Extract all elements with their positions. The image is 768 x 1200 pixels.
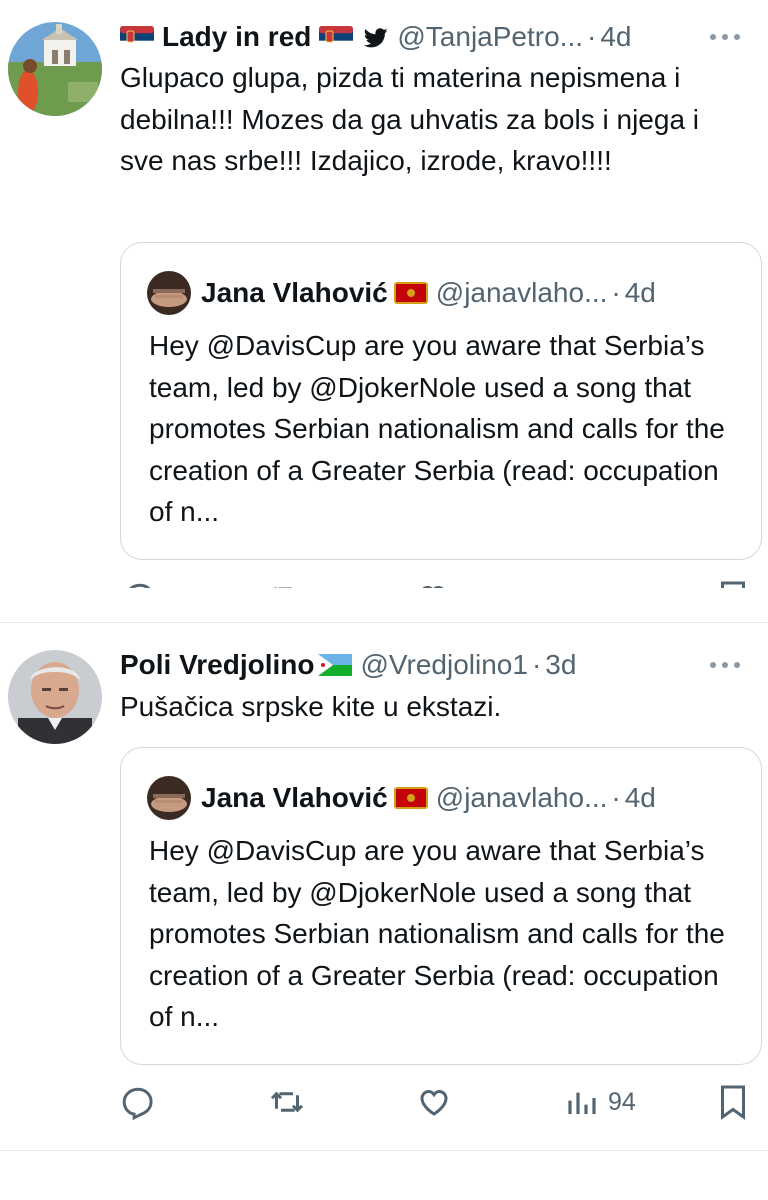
quoted-tweet-text: Hey @DavisCup are you aware that Serbia’… bbox=[149, 330, 725, 527]
avatar[interactable] bbox=[8, 22, 102, 116]
serbian-flag-icon bbox=[120, 26, 154, 48]
separator-dot: · bbox=[611, 782, 621, 813]
avatar bbox=[147, 776, 191, 820]
quoted-tweet[interactable]: Jana Vlahović @janavlaho... · 4d Hey @Da… bbox=[120, 747, 762, 1065]
divider bbox=[0, 622, 768, 623]
quoted-tweet-header: Jana Vlahović @janavlaho... · 4d bbox=[147, 271, 656, 315]
display-name: Jana Vlahović bbox=[201, 277, 388, 308]
views-icon bbox=[566, 1086, 598, 1118]
serbian-flag-icon bbox=[319, 26, 354, 48]
montenegro-flag-icon bbox=[393, 787, 428, 809]
more-dots-icon[interactable] bbox=[708, 17, 742, 57]
tweet-header: Poli Vredjolino @Vredjolino1 · 3d bbox=[120, 645, 748, 685]
timestamp: 4d bbox=[624, 277, 656, 308]
action-bar: 94 bbox=[120, 1082, 754, 1122]
display-name[interactable]: Poli Vredjolino bbox=[120, 649, 314, 681]
quoted-tweet-text: Hey @DavisCup are you aware that Serbia’… bbox=[149, 835, 725, 1032]
twitter-bird-icon bbox=[363, 25, 389, 49]
avatar[interactable] bbox=[8, 650, 102, 744]
views-count: 94 bbox=[608, 1087, 636, 1116]
tweet[interactable]: Lady in red @TanjaPetro... · 4d Glupaco … bbox=[0, 0, 768, 605]
reply-icon[interactable] bbox=[120, 1082, 156, 1122]
tweet[interactable]: Poli Vredjolino @Vredjolino1 · 3d Pušači… bbox=[0, 625, 768, 1150]
display-name[interactable]: Lady in red bbox=[162, 21, 311, 53]
handle: @janavlaho... bbox=[435, 277, 608, 308]
handle: @janavlaho... bbox=[435, 782, 608, 813]
more-dots-icon[interactable] bbox=[708, 645, 742, 685]
separator-dot: · bbox=[611, 277, 621, 308]
avatar bbox=[147, 271, 191, 315]
like-icon[interactable] bbox=[415, 578, 451, 588]
timestamp: 4d bbox=[624, 782, 656, 813]
separator-dot: · bbox=[587, 21, 597, 52]
divider bbox=[0, 1150, 768, 1151]
bookmark-icon[interactable] bbox=[718, 578, 748, 588]
reply-icon[interactable] bbox=[122, 578, 158, 588]
display-name: Jana Vlahović bbox=[201, 782, 388, 813]
timestamp[interactable]: 4d bbox=[600, 21, 631, 53]
tweet-text: Glupaco glupa, pizda ti materina nepisme… bbox=[120, 62, 700, 176]
timestamp[interactable]: 3d bbox=[545, 649, 576, 681]
montenegro-flag-icon bbox=[393, 282, 428, 304]
quoted-tweet-header: Jana Vlahović @janavlaho... · 4d bbox=[147, 776, 656, 820]
tweet-text: Pušačica srpske kite u ekstazi. bbox=[120, 691, 502, 722]
djibouti-flag-icon bbox=[318, 654, 353, 676]
retweet-icon[interactable] bbox=[268, 1082, 306, 1122]
action-bar-cropped bbox=[0, 578, 768, 588]
views-button[interactable]: 94 bbox=[566, 1082, 636, 1122]
bookmark-icon[interactable] bbox=[718, 1082, 748, 1122]
tweet-header: Lady in red @TanjaPetro... · 4d bbox=[120, 17, 748, 57]
handle[interactable]: @TanjaPetro... bbox=[397, 21, 583, 53]
separator-dot: · bbox=[531, 649, 542, 680]
quoted-tweet[interactable]: Jana Vlahović @janavlaho... · 4d Hey @Da… bbox=[120, 242, 762, 560]
handle[interactable]: @Vredjolino1 bbox=[360, 649, 527, 681]
like-icon[interactable] bbox=[415, 1082, 453, 1122]
retweet-icon[interactable] bbox=[268, 578, 304, 588]
